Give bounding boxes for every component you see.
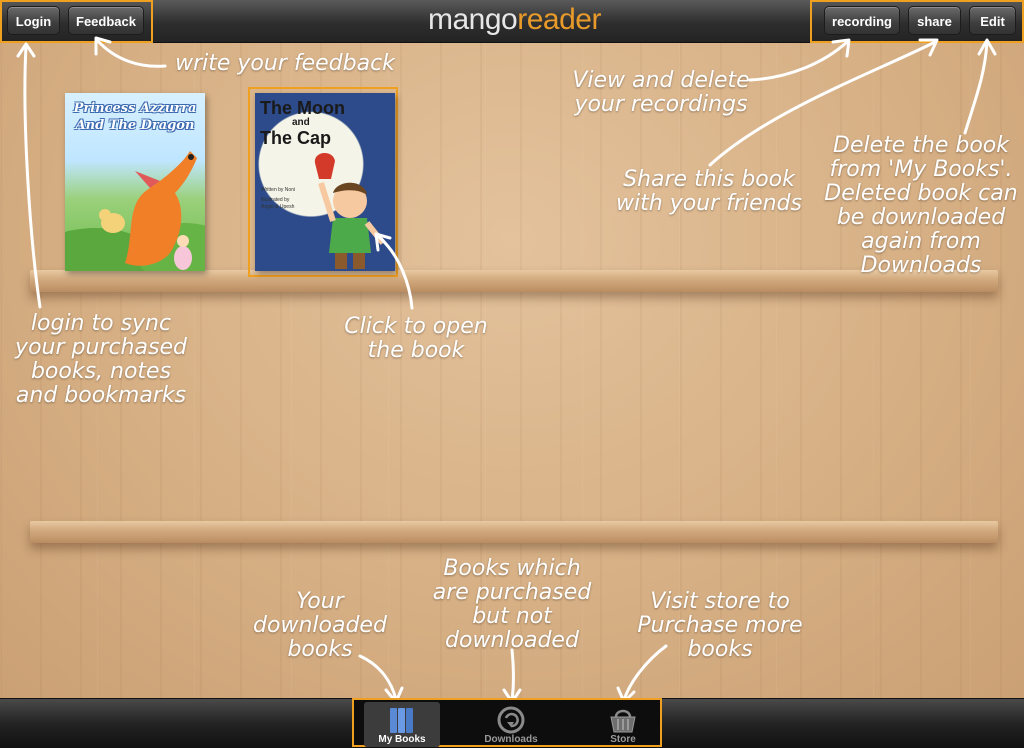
tab-my-books[interactable]: My Books	[364, 702, 440, 747]
feedback-button[interactable]: Feedback	[68, 6, 144, 35]
tabs-highlight: My Books Downloads Store	[352, 698, 662, 747]
recording-button[interactable]: recording	[824, 6, 900, 35]
annotation-recordings: View and delete your recordings	[572, 68, 750, 117]
logo-text-reader: reader	[517, 3, 601, 36]
annotation-store: Visit store to Purchase more books	[637, 589, 803, 662]
boy-with-cap-illustration	[314, 152, 386, 269]
tab-label: Store	[610, 734, 636, 745]
basket-icon	[610, 709, 636, 733]
tab-downloads[interactable]: Downloads	[473, 702, 549, 747]
tab-store[interactable]: Store	[585, 702, 661, 747]
book-princess-azzurra[interactable]: Princess Azzurra And The Dragon	[65, 93, 205, 271]
annotation-share: Share this book with your friends	[616, 167, 802, 216]
tab-label: Downloads	[484, 734, 538, 745]
shelf-bottom	[30, 521, 998, 543]
edit-button[interactable]: Edit	[969, 6, 1016, 35]
share-button[interactable]: share	[908, 6, 961, 35]
annotation-edit: Delete the book from 'My Books'. Deleted…	[824, 133, 1018, 278]
login-button[interactable]: Login	[7, 6, 60, 35]
tab-label: My Books	[378, 734, 426, 745]
annotation-downloads: Books which are purchased but not downlo…	[432, 556, 592, 653]
annotation-login: login to sync your purchased books, note…	[15, 311, 187, 408]
books-icon	[390, 708, 413, 733]
download-icon	[497, 706, 525, 734]
app-logo: mangoreader	[428, 3, 601, 37]
annotation-open-book: Click to open the book	[344, 314, 488, 363]
book-the-moon-and-the-cap[interactable]: The Moon and The Cap Written by Noni Ill…	[255, 93, 395, 271]
logo-text-mango: mango	[428, 3, 518, 36]
top-toolbar: Login Feedback mangoreader recording sha…	[0, 0, 1024, 43]
dragon-illustration	[65, 151, 205, 271]
annotation-feedback: write your feedback	[175, 51, 395, 76]
annotation-my-books: Your downloaded books	[253, 589, 387, 662]
